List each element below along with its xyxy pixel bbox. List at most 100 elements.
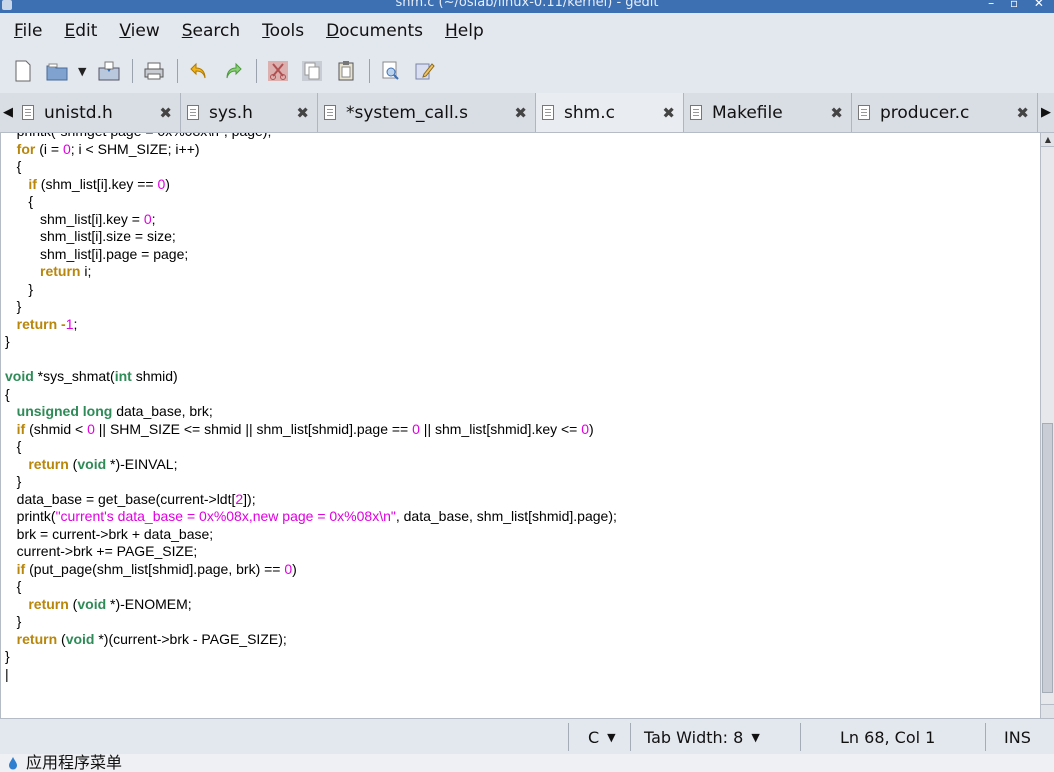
tab-sys-h[interactable]: sys.h ✖ <box>181 93 318 132</box>
code-token: ; <box>151 210 156 227</box>
code-line[interactable]: } <box>5 333 617 351</box>
code-line[interactable]: shm_list[i].key = 0; <box>5 211 617 229</box>
menu-search[interactable]: Search <box>182 21 240 41</box>
menu-file[interactable]: File <box>14 21 42 41</box>
menu-view[interactable]: View <box>119 21 159 41</box>
replace-icon[interactable] <box>412 58 438 84</box>
tab-close-icon[interactable]: ✖ <box>296 104 309 122</box>
code-line[interactable]: } <box>5 613 617 631</box>
code-line[interactable]: shm_list[i].size = size; <box>5 228 617 246</box>
code-line[interactable]: { <box>5 158 617 176</box>
code-line[interactable]: void *sys_shmat(int shmid) <box>5 368 617 386</box>
code-token: (shm_list[i].key == <box>36 175 158 192</box>
code-content[interactable]: printk("shmget page = 0x%08x\n", page); … <box>5 133 617 683</box>
code-line[interactable]: { <box>5 438 617 456</box>
save-file-icon[interactable] <box>96 58 122 84</box>
undo-icon[interactable] <box>186 58 212 84</box>
code-line[interactable]: } <box>5 473 617 491</box>
vertical-scrollbar[interactable]: ▲ <box>1040 133 1054 718</box>
tab-close-icon[interactable]: ✖ <box>159 104 172 122</box>
print-icon[interactable] <box>141 58 167 84</box>
code-token: ; <box>73 315 78 332</box>
tab-close-icon[interactable]: ✖ <box>1016 104 1029 122</box>
code-token: current->brk += PAGE_SIZE; <box>5 543 198 559</box>
code-line[interactable]: if (put_page(shm_list[shmid].page, brk) … <box>5 561 617 579</box>
code-line[interactable]: shm_list[i].page = page; <box>5 246 617 264</box>
cut-icon[interactable] <box>265 58 291 84</box>
tab-label: sys.h <box>209 102 253 123</box>
code-line[interactable]: current->brk += PAGE_SIZE; <box>5 543 617 561</box>
tab-close-icon[interactable]: ✖ <box>830 104 843 122</box>
tab-width-selector[interactable]: Tab Width: 8 ▼ <box>644 719 760 755</box>
code-token: 0 <box>62 140 71 157</box>
scroll-up-icon[interactable]: ▲ <box>1041 133 1054 147</box>
document-icon <box>22 105 34 120</box>
tab-system-call-s[interactable]: *system_call.s ✖ <box>318 93 536 132</box>
app-menu-icon[interactable] <box>8 757 18 770</box>
insert-mode: INS <box>1004 727 1031 747</box>
code-line[interactable]: { <box>5 578 617 596</box>
tab-unistd-h[interactable]: unistd.h ✖ <box>16 93 181 132</box>
code-line[interactable]: if (shm_list[i].key == 0) <box>5 176 617 194</box>
tab-makefile[interactable]: Makefile ✖ <box>684 93 852 132</box>
tabs-scroll-left-icon[interactable]: ◀ <box>0 93 16 132</box>
window-controls[interactable]: – ▫ ✕ <box>988 0 1050 10</box>
app-menu-label[interactable]: 应用程序菜单 <box>26 754 122 772</box>
code-line[interactable]: return (void *)(current->brk - PAGE_SIZE… <box>5 631 617 649</box>
code-token: *)(current->brk - PAGE_SIZE); <box>94 630 287 647</box>
new-file-icon[interactable] <box>10 58 36 84</box>
code-line[interactable]: return i; <box>5 263 617 281</box>
code-line[interactable]: return -1; <box>5 316 617 334</box>
chevron-down-icon: ▼ <box>751 730 760 744</box>
code-line[interactable]: { <box>5 193 617 211</box>
code-token: brk = current->brk + data_base; <box>5 525 214 542</box>
code-token: printk("shmget page = 0x%08x\n", page); <box>5 133 272 139</box>
code-line[interactable]: for (i = 0; i < SHM_SIZE; i++) <box>5 141 617 159</box>
code-line[interactable]: printk("shmget page = 0x%08x\n", page); <box>5 133 617 141</box>
menu-tools[interactable]: Tools <box>262 21 304 41</box>
paste-icon[interactable] <box>333 58 359 84</box>
code-line[interactable] <box>5 351 617 369</box>
menu-documents[interactable]: Documents <box>326 21 423 41</box>
code-token: shm_list[i].key = <box>5 210 144 227</box>
redo-icon[interactable] <box>220 58 246 84</box>
code-line[interactable]: } <box>5 298 617 316</box>
scroll-down-icon[interactable] <box>1041 704 1054 718</box>
code-line[interactable]: brk = current->brk + data_base; <box>5 526 617 544</box>
find-icon[interactable] <box>378 58 404 84</box>
code-line[interactable]: return (void *)-ENOMEM; <box>5 596 617 614</box>
document-icon <box>690 105 702 120</box>
code-token: 0 <box>284 560 293 577</box>
code-token: ) <box>589 420 594 437</box>
tabs-scroll-right-icon[interactable]: ▶ <box>1038 93 1054 132</box>
language-selector[interactable]: C ▼ <box>588 719 616 755</box>
code-line[interactable]: data_base = get_base(current->ldt[2]); <box>5 491 617 509</box>
tab-close-icon[interactable]: ✖ <box>662 104 675 122</box>
status-bar: C ▼ Tab Width: 8 ▼ Ln 68, Col 1 INS <box>0 718 1054 754</box>
code-token: | <box>5 665 9 682</box>
code-line[interactable]: unsigned long data_base, brk; <box>5 403 617 421</box>
text-editor[interactable]: printk("shmget page = 0x%08x\n", page); … <box>0 133 1040 718</box>
tab-close-icon[interactable]: ✖ <box>514 104 527 122</box>
open-file-icon[interactable] <box>44 58 70 84</box>
toolbar-separator <box>177 59 179 83</box>
tab-shm-c[interactable]: shm.c ✖ <box>536 93 684 132</box>
menu-help[interactable]: Help <box>445 21 484 41</box>
code-token: i; <box>80 263 92 279</box>
code-line[interactable]: } <box>5 648 617 666</box>
code-line[interactable]: return (void *)-EINVAL; <box>5 456 617 474</box>
menu-edit[interactable]: Edit <box>64 21 97 41</box>
scrollbar-thumb[interactable] <box>1042 423 1053 693</box>
code-token: if <box>16 560 26 577</box>
code-token: (put_page(shm_list[shmid].page, brk) == <box>25 560 285 577</box>
code-line[interactable]: if (shmid < 0 || SHM_SIZE <= shmid || sh… <box>5 421 617 439</box>
code-line[interactable]: { <box>5 386 617 404</box>
code-line[interactable]: printk("current's data_base = 0x%08x,new… <box>5 508 617 526</box>
tab-producer-c[interactable]: producer.c ✖ <box>852 93 1038 132</box>
code-token: int <box>114 368 132 384</box>
copy-icon[interactable] <box>299 58 325 84</box>
code-line[interactable]: | <box>5 666 617 684</box>
open-recent-chevron-down-icon[interactable]: ▼ <box>78 65 86 78</box>
code-line[interactable]: } <box>5 281 617 299</box>
